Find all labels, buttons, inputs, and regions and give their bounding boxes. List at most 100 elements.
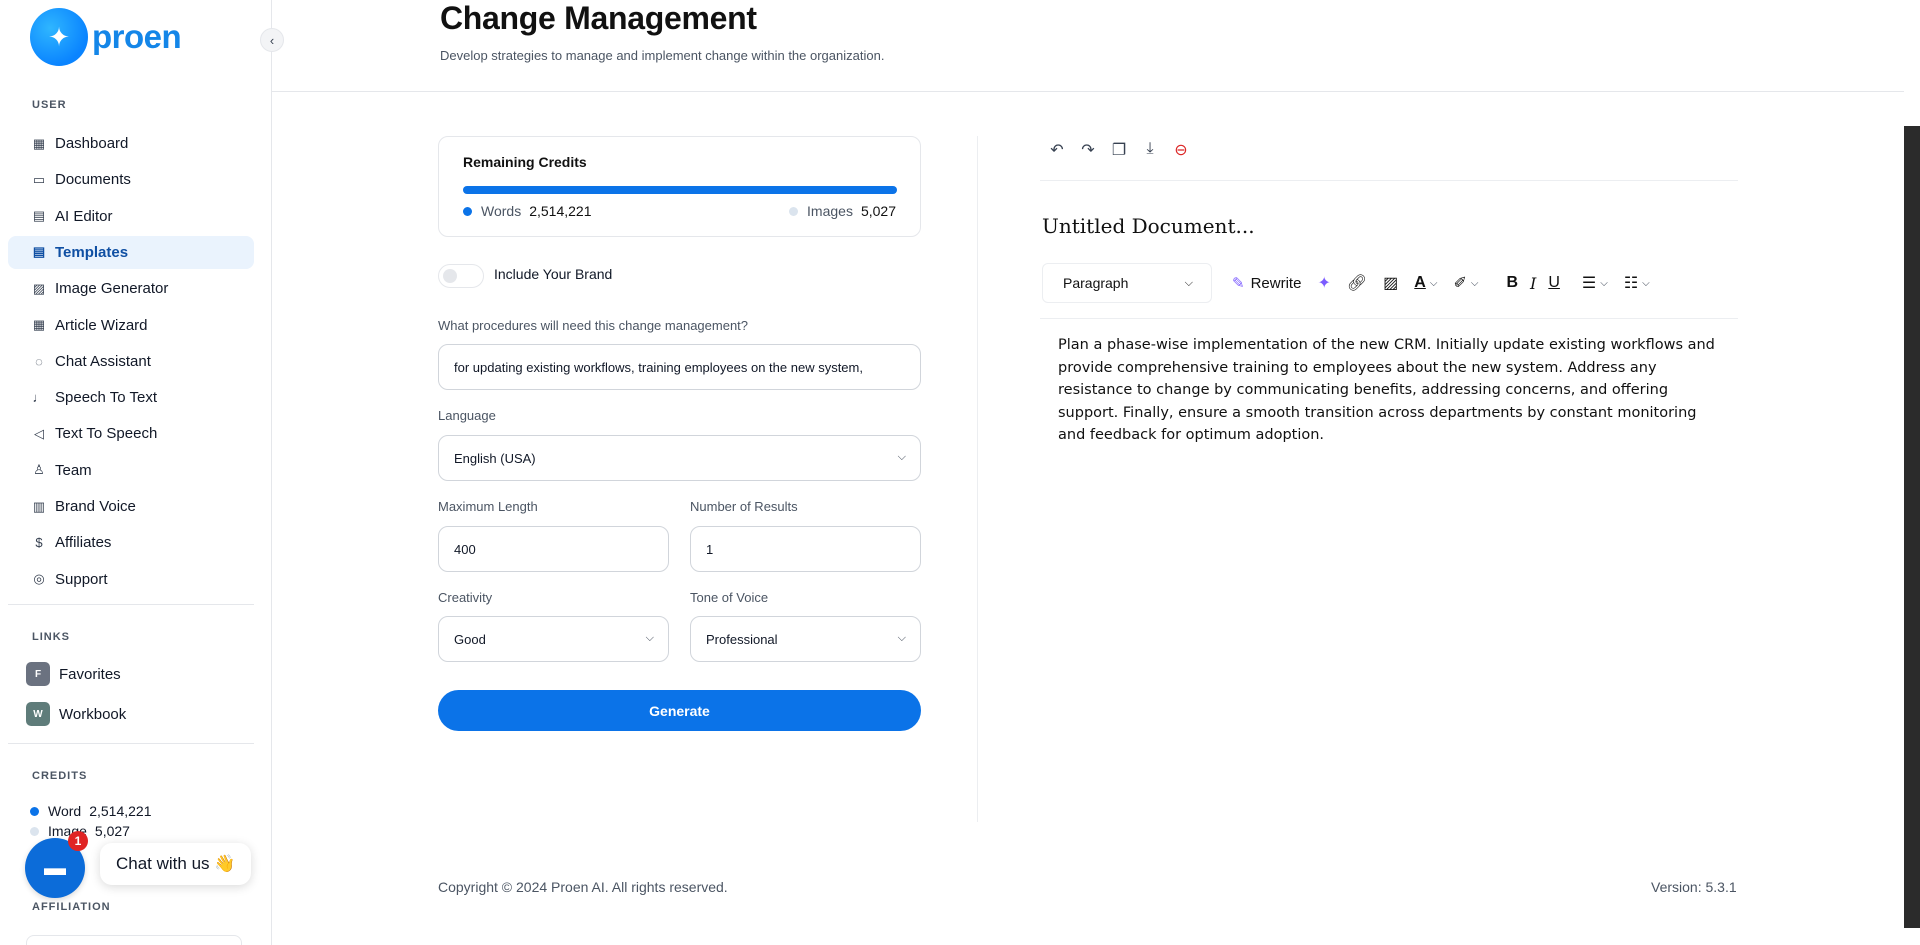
link-badge-favorites: F <box>26 662 50 686</box>
include-brand-toggle[interactable] <box>438 264 484 288</box>
credits-words-value: 2,514,221 <box>529 203 592 219</box>
download-icon[interactable]: ⤓ <box>1139 140 1161 160</box>
image-insert-icon[interactable]: ▨ <box>1383 273 1398 293</box>
chat-icon: ◌ <box>35 353 43 369</box>
sidebar-item-label: AI Editor <box>55 207 113 225</box>
sidebar-item-label: Affiliates <box>55 534 112 552</box>
link-workbook[interactable]: W Workbook <box>26 702 126 726</box>
language-value: English (USA) <box>454 450 536 466</box>
image-dot <box>30 826 39 836</box>
words-dot <box>463 206 472 216</box>
sidebar-item-article-wizard[interactable]: ▦ Article Wizard <box>8 309 254 342</box>
sidebar-item-label: Article Wizard <box>55 316 148 334</box>
collapse-sidebar-button[interactable]: ‹ <box>260 28 284 52</box>
numbered-list-icon[interactable]: ☷ <box>1624 273 1638 293</box>
underline-icon[interactable]: U <box>1548 274 1560 292</box>
page-title: Change Management <box>440 0 757 36</box>
chevron-down-icon[interactable]: ⌵ <box>1600 278 1608 289</box>
sidebar-item-label: Chat Assistant <box>55 352 151 370</box>
bold-icon[interactable]: B <box>1506 274 1518 292</box>
sidebar-item-label: Support <box>55 570 108 588</box>
archive-icon: ▭ <box>32 171 46 187</box>
redo-icon[interactable]: ↷ <box>1077 140 1099 160</box>
max-length-input[interactable]: 400 <box>438 526 669 572</box>
ai-sparkle-icon[interactable]: ✦ <box>1317 273 1330 293</box>
credits-card-title: Remaining Credits <box>463 154 587 170</box>
chat-with-us-bubble[interactable]: Chat with us 👋 <box>100 843 252 885</box>
editor-actions: ↶ ↷ ❐ ⤓ ⊖ <box>1046 140 1192 160</box>
remaining-credits-card: Remaining Credits Words 2,514,221 Images… <box>438 136 921 237</box>
language-select[interactable]: English (USA) ⌵ <box>438 435 921 481</box>
sidebar-item-team[interactable]: ♙ Team <box>8 454 254 487</box>
chevron-down-icon: ⌵ <box>897 632 906 644</box>
sidebar-item-brand-voice[interactable]: ▥ Brand Voice <box>8 490 254 523</box>
sidebar-item-ai-editor[interactable]: ▤ AI Editor <box>8 200 254 233</box>
highlight-icon[interactable]: ✐ <box>1453 273 1466 293</box>
tone-select[interactable]: Professional ⌵ <box>690 616 921 662</box>
sidebar-item-affiliates[interactable]: $ Affiliates <box>8 526 254 559</box>
num-results-input[interactable]: 1 <box>690 526 921 572</box>
sidebar-item-image-generator[interactable]: ▨ Image Generator <box>8 272 254 305</box>
divider <box>1040 180 1738 181</box>
speaker-icon: ◁ <box>34 425 44 441</box>
creativity-select[interactable]: Good ⌵ <box>438 616 669 662</box>
italic-icon[interactable]: I <box>1530 274 1536 293</box>
max-length-value: 400 <box>454 541 476 557</box>
sidebar-item-label: Speech To Text <box>55 389 158 407</box>
logo-mark-icon: ✦ <box>30 8 88 66</box>
undo-icon[interactable]: ↶ <box>1046 140 1068 160</box>
credits-images-label: Images <box>807 203 853 219</box>
chevron-down-icon: ⌵ <box>897 451 906 463</box>
link-favorites[interactable]: F Favorites <box>26 662 121 686</box>
generate-button[interactable]: Generate <box>438 690 921 731</box>
credit-word-value: 2,514,221 <box>89 803 152 819</box>
sidebar-item-speech-to-text[interactable]: ♩ Speech To Text <box>8 381 254 414</box>
document-body[interactable]: Plan a phase-wise implementation of the … <box>1058 334 1718 447</box>
tone-value: Professional <box>706 631 778 647</box>
link-badge-workbook: W <box>26 702 50 726</box>
template-icon: ▤ <box>32 244 46 260</box>
brand-voice-icon: ▥ <box>32 498 46 514</box>
editor-toolbar: Paragraph ⌵ ✎ Rewrite ✦ 🔗︎ ▨ A ⌵ ✐ ⌵ B I… <box>1042 263 1650 303</box>
section-label-affiliation: AFFILIATION <box>32 901 111 913</box>
divider <box>8 604 254 605</box>
sidebar: ✦ proen USER ▦ Dashboard ▭ Documents ▤ AI Edi… <box>0 0 272 945</box>
sidebar-item-text-to-speech[interactable]: ◁ Text To Speech <box>8 417 254 450</box>
creativity-label: Creativity <box>438 590 493 605</box>
chat-bubble-icon: ▬ <box>44 855 66 880</box>
sidebar-item-documents[interactable]: ▭ Documents <box>8 163 254 196</box>
bullet-list-icon[interactable]: ☰ <box>1582 273 1596 293</box>
sidebar-item-label: Image Generator <box>55 280 169 298</box>
procedures-label: What procedures will need this change ma… <box>438 318 749 333</box>
panel-divider <box>977 136 978 822</box>
credits-images: Images 5,027 <box>789 203 896 219</box>
section-label-links: LINKS <box>32 631 70 643</box>
dashboard-icon: ▦ <box>32 135 46 151</box>
sidebar-item-chat-assistant[interactable]: ◌ Chat Assistant <box>8 345 254 378</box>
text-color-icon[interactable]: A <box>1414 274 1426 292</box>
page-scrollbar[interactable] <box>1904 126 1920 928</box>
copy-icon[interactable]: ❐ <box>1108 140 1130 160</box>
tone-label: Tone of Voice <box>690 590 769 605</box>
procedures-value: for updating existing workflows, trainin… <box>454 359 863 375</box>
paragraph-style-select[interactable]: Paragraph ⌵ <box>1042 263 1212 303</box>
sidebar-item-support[interactable]: ◎ Support <box>8 563 254 596</box>
chevron-down-icon[interactable]: ⌵ <box>1471 278 1479 289</box>
document-title[interactable]: Untitled Document... <box>1042 214 1255 238</box>
images-dot <box>789 206 799 216</box>
sidebar-item-dashboard[interactable]: ▦ Dashboard <box>8 127 254 160</box>
include-brand-label: Include Your Brand <box>494 266 613 282</box>
sidebar-item-templates[interactable]: ▤ Templates <box>8 235 254 269</box>
logo[interactable]: ✦ proen <box>30 8 182 66</box>
num-results-value: 1 <box>706 541 714 557</box>
chevron-down-icon[interactable]: ⌵ <box>1430 278 1438 289</box>
link-icon[interactable]: 🔗︎ <box>1347 273 1367 293</box>
num-results-label: Number of Results <box>690 499 798 514</box>
divider <box>8 743 254 744</box>
image-icon: ▨ <box>32 280 46 296</box>
chevron-down-icon[interactable]: ⌵ <box>1642 278 1650 289</box>
procedures-input[interactable]: for updating existing workflows, trainin… <box>438 344 921 390</box>
rewrite-button[interactable]: ✎ Rewrite <box>1232 274 1301 293</box>
app-root: ✦ proen USER ▦ Dashboard ▭ Documents ▤ AI Edi… <box>0 0 1920 945</box>
delete-icon[interactable]: ⊖ <box>1170 140 1192 160</box>
